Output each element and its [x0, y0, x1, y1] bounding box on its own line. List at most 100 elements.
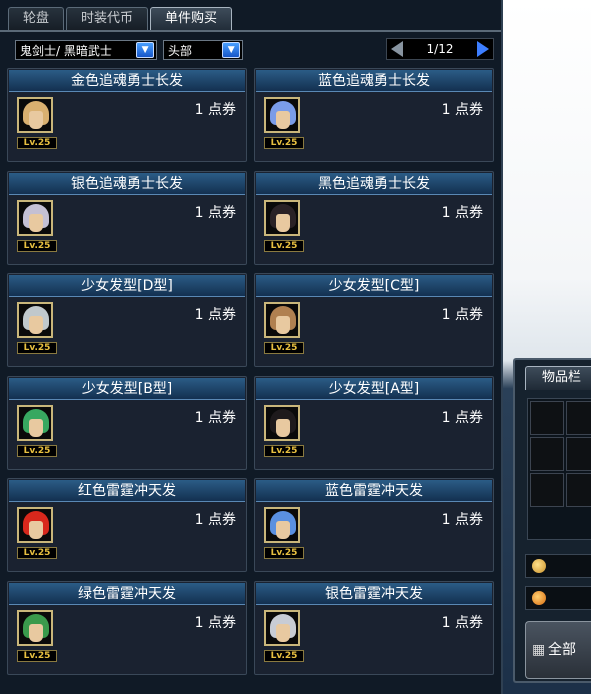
face-shape: [29, 521, 43, 539]
item-name: 红色雷霆冲天发: [9, 480, 245, 502]
slot-select-value: 头部: [168, 43, 193, 58]
inventory-slot[interactable]: [566, 473, 591, 507]
point-row: [525, 586, 591, 610]
item-price: 1 点券: [441, 512, 483, 528]
item-name: 银色追魂勇士长发: [9, 173, 245, 195]
hair-icon[interactable]: [264, 97, 300, 133]
hair-icon[interactable]: [17, 610, 53, 646]
inventory-slot[interactable]: [566, 401, 591, 435]
tab-single-purchase[interactable]: 单件购买: [150, 7, 233, 32]
pager: 1/12: [386, 38, 494, 60]
hair-icon[interactable]: [17, 405, 53, 441]
item-price: 1 点券: [441, 615, 483, 631]
item-name: 银色雷霆冲天发: [256, 583, 492, 605]
hair-icon[interactable]: [264, 405, 300, 441]
chevron-down-icon[interactable]: ▼: [136, 42, 154, 58]
inventory-slot[interactable]: [530, 473, 564, 507]
level-badge: Lv.25: [17, 650, 57, 662]
item-card[interactable]: 银色雷霆冲天发 Lv.25 1 点券: [254, 581, 494, 675]
item-card[interactable]: 红色雷霆冲天发 Lv.25 1 点券: [7, 478, 247, 572]
hair-icon[interactable]: [17, 302, 53, 338]
item-name: 少女发型[D型]: [9, 275, 245, 297]
level-badge: Lv.25: [264, 240, 304, 252]
face-shape: [276, 624, 290, 642]
prev-page-icon[interactable]: [391, 41, 403, 57]
inventory-slot[interactable]: [530, 437, 564, 471]
item-card[interactable]: 黑色追魂勇士长发 Lv.25 1 点券: [254, 171, 494, 265]
level-badge: Lv.25: [264, 342, 304, 354]
face-shape: [29, 419, 43, 437]
item-price: 1 点券: [194, 102, 236, 118]
hair-icon[interactable]: [264, 200, 300, 236]
inventory-tab[interactable]: 物品栏: [525, 366, 591, 390]
hair-icon[interactable]: [17, 507, 53, 543]
character-select[interactable]: 鬼剑士/ 黑暗武士 ▼: [15, 40, 157, 60]
sort-icon: ▦: [532, 642, 546, 658]
item-price: 1 点券: [194, 410, 236, 426]
tab-bar: 轮盘 时装代币 单件购买: [8, 7, 233, 32]
item-price: 1 点券: [441, 205, 483, 221]
item-price: 1 点券: [194, 307, 236, 323]
item-card[interactable]: 蓝色追魂勇士长发 Lv.25 1 点券: [254, 68, 494, 162]
item-name: 少女发型[A型]: [256, 378, 492, 400]
item-name: 黑色追魂勇士长发: [256, 173, 492, 195]
face-shape: [29, 316, 43, 334]
character-select-value: 鬼剑士/ 黑暗武士: [20, 43, 112, 58]
item-card[interactable]: 少女发型[C型] Lv.25 1 点券: [254, 273, 494, 367]
face-shape: [276, 419, 290, 437]
tab-divider: [0, 30, 501, 32]
item-card[interactable]: 银色追魂勇士长发 Lv.25 1 点券: [7, 171, 247, 265]
hair-icon[interactable]: [264, 507, 300, 543]
item-name: 绿色雷霆冲天发: [9, 583, 245, 605]
next-page-icon[interactable]: [476, 41, 489, 57]
inventory-slot[interactable]: [530, 401, 564, 435]
item-card[interactable]: 少女发型[B型] Lv.25 1 点券: [7, 376, 247, 470]
inventory-slot[interactable]: [566, 437, 591, 471]
item-price: 1 点券: [441, 102, 483, 118]
item-card[interactable]: 少女发型[A型] Lv.25 1 点券: [254, 376, 494, 470]
inventory-panel: 物品栏 ▦ 全部: [513, 358, 591, 683]
item-name: 蓝色追魂勇士长发: [256, 70, 492, 92]
item-card[interactable]: 蓝色雷霆冲天发 Lv.25 1 点券: [254, 478, 494, 572]
hair-icon[interactable]: [264, 302, 300, 338]
item-name: 少女发型[C型]: [256, 275, 492, 297]
hair-icon[interactable]: [17, 97, 53, 133]
level-badge: Lv.25: [17, 445, 57, 457]
face-shape: [276, 521, 290, 539]
level-badge: Lv.25: [264, 137, 304, 149]
item-price: 1 点券: [441, 307, 483, 323]
slot-select[interactable]: 头部 ▼: [163, 40, 243, 60]
item-card[interactable]: 绿色雷霆冲天发 Lv.25 1 点券: [7, 581, 247, 675]
point-coin-icon: [532, 591, 546, 605]
face-shape: [276, 214, 290, 232]
tab-avatar-coins[interactable]: 时装代币: [66, 7, 149, 31]
chevron-down-icon[interactable]: ▼: [222, 42, 240, 58]
level-badge: Lv.25: [264, 445, 304, 457]
shop-panel: 轮盘 时装代币 单件购买 鬼剑士/ 黑暗武士 ▼ 头部 ▼ 1/12 金色追魂勇…: [0, 0, 503, 694]
level-badge: Lv.25: [264, 650, 304, 662]
item-card[interactable]: 少女发型[D型] Lv.25 1 点券: [7, 273, 247, 367]
item-price: 1 点券: [194, 205, 236, 221]
level-badge: Lv.25: [17, 137, 57, 149]
sort-all-label: 全部: [548, 642, 576, 658]
item-card[interactable]: 金色追魂勇士长发 Lv.25 1 点券: [7, 68, 247, 162]
level-badge: Lv.25: [17, 342, 57, 354]
gold-coin-icon: [532, 559, 546, 573]
hair-icon[interactable]: [264, 610, 300, 646]
filter-row: 鬼剑士/ 黑暗武士 ▼ 头部 ▼: [15, 40, 243, 60]
tab-roulette[interactable]: 轮盘: [8, 7, 65, 31]
gold-row: [525, 554, 591, 578]
face-shape: [276, 316, 290, 334]
level-badge: Lv.25: [17, 547, 57, 559]
page-indicator: 1/12: [426, 42, 454, 56]
item-price: 1 点券: [194, 615, 236, 631]
hair-icon[interactable]: [17, 200, 53, 236]
item-name: 蓝色雷霆冲天发: [256, 480, 492, 502]
inventory-grid: [527, 398, 591, 540]
item-name: 金色追魂勇士长发: [9, 70, 245, 92]
level-badge: Lv.25: [264, 547, 304, 559]
sort-all-button[interactable]: ▦ 全部: [525, 621, 591, 679]
level-badge: Lv.25: [17, 240, 57, 252]
item-price: 1 点券: [441, 410, 483, 426]
face-shape: [29, 111, 43, 129]
